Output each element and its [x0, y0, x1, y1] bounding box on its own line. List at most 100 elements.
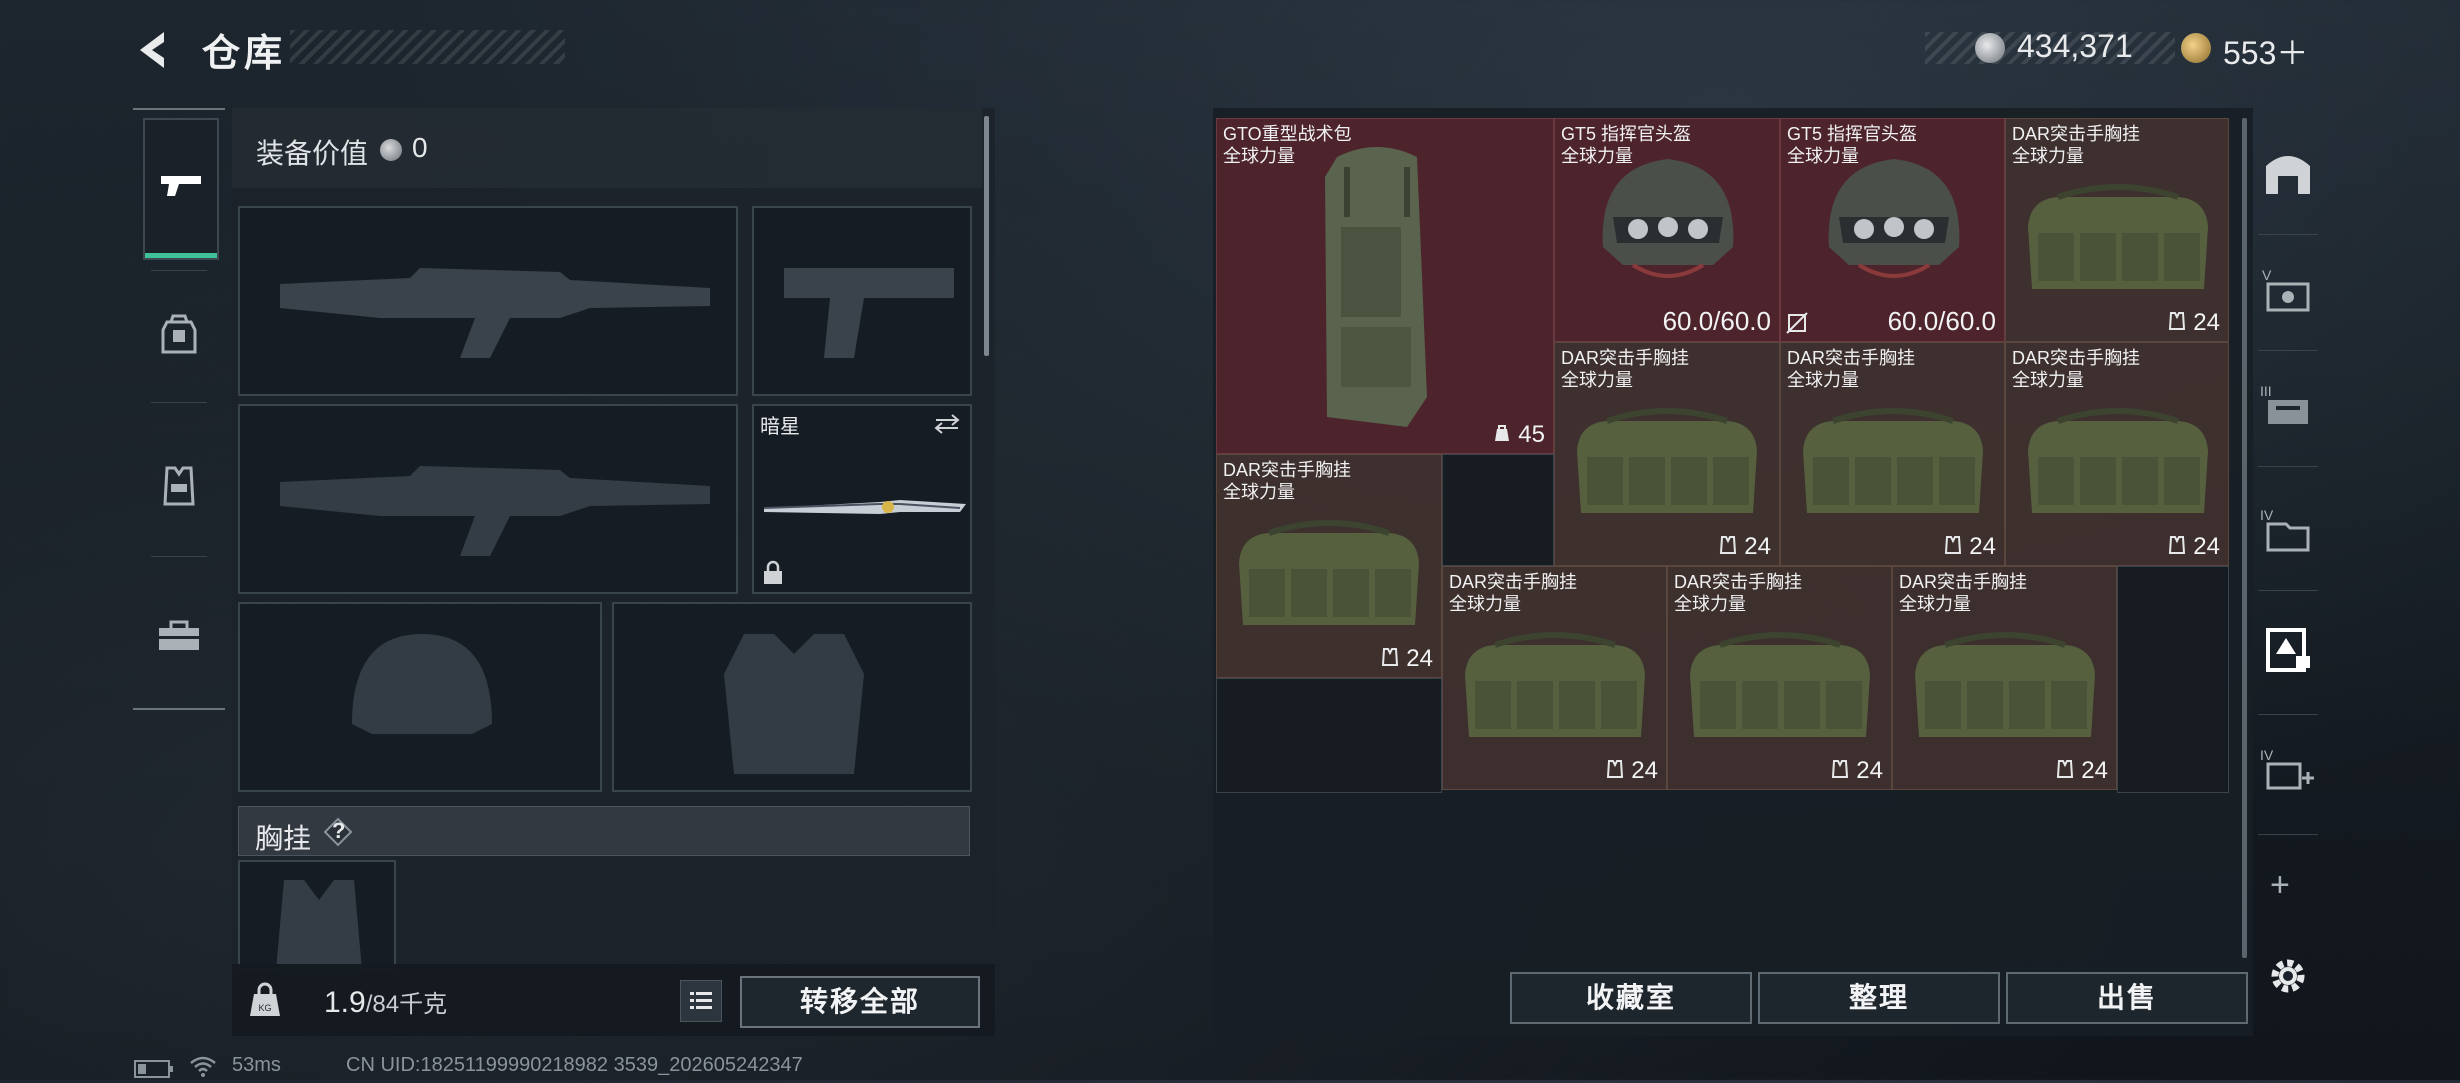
primary-weapon-slot[interactable]	[238, 206, 738, 396]
swap-icon[interactable]	[932, 412, 962, 436]
storage-item[interactable]: DAR突击手胸挂 全球力量 24	[1780, 342, 2005, 566]
item-name: DAR突击手胸挂 全球力量	[1449, 571, 1577, 615]
pistol-silhouette-icon	[784, 268, 954, 358]
tab-warehouse[interactable]	[2256, 142, 2320, 206]
storage-item[interactable]: DAR突击手胸挂 全球力量 24	[1667, 566, 1892, 790]
nav-item-weapons[interactable]	[143, 118, 219, 260]
transfer-all-button[interactable]: 转移全部	[740, 976, 980, 1028]
scrollbar[interactable]	[2242, 118, 2247, 958]
item-title: DAR突击手胸挂	[1787, 348, 1916, 368]
tab-storage-iii[interactable]: III	[2256, 374, 2320, 438]
chest-rig-slot[interactable]	[238, 860, 396, 970]
list-view-button[interactable]	[680, 980, 722, 1022]
equipment-footer: KG 1.9/84千克 转移全部	[232, 964, 995, 1036]
storage-item[interactable]: DAR突击手胸挂 全球力量 24	[1554, 342, 1780, 566]
add-tab-button[interactable]: +	[2270, 866, 2290, 905]
lock-icon	[764, 560, 782, 584]
rig-capacity-icon	[1719, 536, 1737, 554]
item-brand: 全球力量	[1561, 146, 1633, 166]
storage-item[interactable]: DAR突击手胸挂 全球力量 24	[2005, 118, 2229, 342]
tab-storage-iv[interactable]: IV	[2256, 498, 2320, 562]
collection-room-button[interactable]: 收藏室	[1510, 972, 1752, 1024]
scrollbar[interactable]	[984, 116, 989, 356]
storage-item[interactable]: GT5 指挥官头盔 全球力量 60.0/60.0	[1554, 118, 1780, 342]
item-brand: 全球力量	[1561, 370, 1633, 390]
nav-item-backpack[interactable]	[143, 300, 215, 372]
silver-amount: 434,371	[2017, 28, 2133, 64]
ping-display: 53ms	[232, 1054, 281, 1076]
helmet-image	[1828, 159, 1960, 278]
item-brand: 全球力量	[2012, 146, 2084, 166]
storage-item[interactable]: GTO重型战术包 全球力量 45	[1216, 118, 1554, 454]
item-title: DAR突击手胸挂	[1449, 572, 1578, 592]
sell-button[interactable]: 出售	[2006, 972, 2248, 1024]
sort-button[interactable]: 整理	[1758, 972, 2000, 1024]
item-durability: 60.0/60.0	[1662, 306, 1771, 336]
page-title: 仓库	[202, 33, 287, 75]
equipment-value: 0	[412, 132, 428, 163]
item-capacity: 24	[2193, 309, 2220, 336]
item-title: DAR突击手胸挂	[1674, 572, 1803, 592]
gear-icon	[2271, 959, 2305, 993]
armor-slot[interactable]	[612, 602, 972, 792]
secondary-weapon-slot[interactable]	[752, 206, 972, 396]
storage-item[interactable]: DAR突击手胸挂 全球力量 24	[1892, 566, 2117, 790]
tab-storage-v[interactable]: V	[2256, 258, 2320, 322]
tab-storage-selected[interactable]	[2256, 618, 2320, 682]
helmet-slot[interactable]	[238, 602, 602, 792]
tab-sep	[2258, 834, 2318, 835]
item-capacity: 24	[1631, 757, 1658, 784]
item-capacity: 45	[1518, 421, 1545, 448]
rig-capacity-icon	[1606, 760, 1624, 778]
chest-rig-image	[1803, 408, 1983, 513]
rig-capacity-icon	[2168, 536, 2186, 554]
empty-grid-cell[interactable]	[1442, 454, 1554, 566]
tab-sep	[2258, 234, 2318, 235]
rig-capacity-icon	[1944, 536, 1962, 554]
knife-image	[763, 500, 966, 514]
empty-grid-cell[interactable]	[1216, 678, 1442, 793]
item-brand: 全球力量	[1787, 146, 1859, 166]
item-capacity: 24	[1406, 645, 1433, 672]
item-title: GT5 指挥官头盔	[1561, 124, 1692, 144]
storage-item[interactable]: GT5 指挥官头盔 全球力量 60.0/60.0	[1780, 118, 2005, 342]
help-button[interactable]: ?	[323, 817, 353, 847]
crate-iv-icon: IV	[2260, 507, 2310, 552]
helmet-image	[1602, 159, 1734, 278]
empty-grid-cell[interactable]	[2117, 566, 2229, 793]
helmet-silhouette-icon	[352, 634, 492, 734]
nav-item-toolbox[interactable]	[143, 600, 215, 672]
storage-item[interactable]: DAR突击手胸挂 全球力量 24	[2005, 342, 2229, 566]
secondary-rifle-slot[interactable]	[238, 404, 738, 594]
rig-capacity-icon	[2056, 760, 2074, 778]
item-brand: 全球力量	[2012, 370, 2084, 390]
weight-display: 1.9/84千克	[324, 984, 447, 1020]
nav-sep	[151, 402, 207, 403]
item-name: DAR突击手胸挂 全球力量	[1561, 347, 1689, 391]
weight-value: 1.9	[324, 986, 366, 1019]
chest-rig-image	[1239, 520, 1419, 625]
storage-item[interactable]: DAR突击手胸挂 全球力量 24	[1442, 566, 1667, 790]
nav-item-vest[interactable]	[143, 450, 215, 522]
gold-coin-icon	[2181, 33, 2211, 63]
chest-rig-image	[1915, 632, 2095, 737]
settings-button[interactable]	[2266, 954, 2310, 998]
svg-text:IV: IV	[2260, 747, 2274, 763]
item-capacity: 24	[2193, 533, 2220, 560]
item-brand: 全球力量	[1674, 594, 1746, 614]
item-title: DAR突击手胸挂	[2012, 348, 2141, 368]
gold-amount[interactable]: 553＋	[2223, 28, 2308, 74]
storage-item[interactable]: DAR突击手胸挂 全球力量 24	[1216, 454, 1442, 678]
item-capacity: 24	[1856, 757, 1883, 784]
item-brand: 全球力量	[1449, 594, 1521, 614]
list-icon	[690, 992, 712, 1009]
item-brand: 全球力量	[1787, 370, 1859, 390]
item-name: DAR突击手胸挂 全球力量	[2012, 347, 2140, 391]
chest-rig-image	[2028, 184, 2208, 289]
warehouse-icon	[2266, 156, 2310, 194]
melee-slot[interactable]: 暗星	[752, 404, 972, 594]
tab-storage-iv-add[interactable]: IV	[2256, 738, 2320, 802]
back-button[interactable]	[132, 28, 176, 72]
item-capacity: 24	[2081, 757, 2108, 784]
melee-name: 暗星	[760, 416, 800, 438]
